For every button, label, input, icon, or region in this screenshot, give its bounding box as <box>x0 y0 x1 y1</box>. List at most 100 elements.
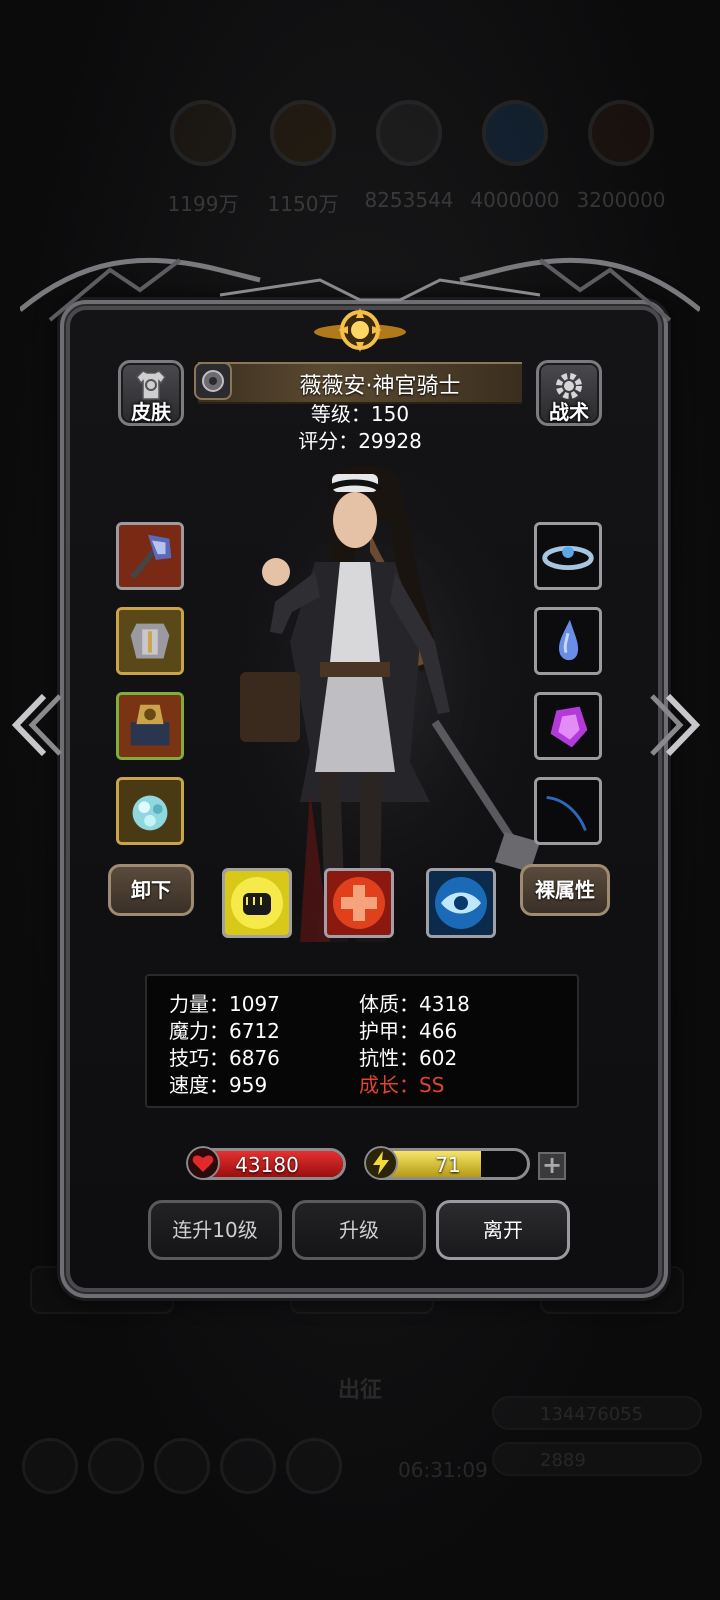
background-menu-icon <box>88 1438 144 1494</box>
stat-label: 魔力 <box>169 1019 209 1043</box>
heal-cross-skill-icon <box>327 871 391 935</box>
hero-class-badge-icon <box>194 362 232 400</box>
resource-icon <box>588 100 654 166</box>
score-value: 29928 <box>358 429 422 453</box>
stat-value: 6876 <box>229 1046 280 1070</box>
equip-slot-tiara[interactable] <box>534 522 602 590</box>
separator: ： <box>399 992 419 1016</box>
mace-weapon-icon <box>119 525 181 587</box>
equip-slot-empty[interactable] <box>534 777 602 845</box>
stat-strength: 力量：1097 <box>169 988 280 1017</box>
stat-growth: 成长：SS <box>359 1069 444 1098</box>
chest-armor-icon <box>119 610 181 672</box>
heart-icon <box>186 1146 220 1180</box>
stat-value: 602 <box>419 1046 458 1070</box>
level-up-button[interactable]: 升级 <box>292 1200 426 1260</box>
resource-value: 1150万 <box>267 192 339 216</box>
stats-panel: 力量：1097 魔力：6712 技巧：6876 速度：959 体质：4318 护… <box>145 974 579 1108</box>
separator: ： <box>209 1019 229 1043</box>
add-energy-button[interactable]: + <box>538 1152 566 1180</box>
level-label: 等级 <box>310 402 351 426</box>
stat-value: 1097 <box>229 992 280 1016</box>
stat-label: 力量 <box>169 992 209 1016</box>
blue-swirl-icon <box>537 780 599 842</box>
eye-skill-icon <box>429 871 493 935</box>
resource-value: 4000000 <box>470 188 560 212</box>
equip-slot-weapon[interactable] <box>116 522 184 590</box>
resource-icon <box>170 100 236 166</box>
equip-slot-gem-purple[interactable] <box>534 692 602 760</box>
background-gems: 2889 <box>492 1442 702 1476</box>
resource-1: 1199万 <box>158 100 248 217</box>
stat-value: SS <box>419 1073 445 1097</box>
background-menu-icon <box>22 1438 78 1494</box>
resource-icon <box>270 100 336 166</box>
purple-gem-icon <box>537 695 599 757</box>
resource-value: 1199万 <box>167 192 239 216</box>
stat-label: 体质 <box>359 992 399 1016</box>
stat-value: 4318 <box>419 992 470 1016</box>
level-up-10-button[interactable]: 连升10级 <box>148 1200 282 1260</box>
stat-skill: 技巧：6876 <box>169 1042 280 1071</box>
level-value: 150 <box>370 402 410 426</box>
separator: ： <box>209 992 229 1016</box>
background-menu-icon <box>220 1438 276 1494</box>
equip-slot-gem-water[interactable] <box>534 607 602 675</box>
separator: ： <box>209 1073 229 1097</box>
stat-magic: 魔力：6712 <box>169 1015 280 1044</box>
resource-value: 3200000 <box>576 188 666 212</box>
resource-5: 3200000 <box>576 100 666 212</box>
fist-skill-icon <box>225 871 289 935</box>
separator: ： <box>399 1073 419 1097</box>
stat-value: 466 <box>419 1019 458 1043</box>
resource-4: 4000000 <box>470 100 560 212</box>
hero-score: 评分：29928 <box>0 425 720 454</box>
next-hero-arrow-icon[interactable] <box>646 690 706 760</box>
tome-relic-icon <box>119 695 181 757</box>
hero-level: 等级：150 <box>0 398 720 427</box>
stat-value: 6712 <box>229 1019 280 1043</box>
equip-slot-relic[interactable] <box>116 692 184 760</box>
background-timer: 06:31:09 <box>398 1458 488 1482</box>
stat-label: 护甲 <box>359 1019 399 1043</box>
stat-label: 成长 <box>359 1073 399 1097</box>
equip-slot-ring[interactable] <box>116 777 184 845</box>
skill-slot-eye[interactable] <box>426 868 496 938</box>
lightning-icon <box>364 1146 398 1180</box>
background-menu-icon <box>286 1438 342 1494</box>
separator: ： <box>399 1046 419 1070</box>
stat-constitution: 体质：4318 <box>359 988 470 1017</box>
crystal-ring-icon <box>119 780 181 842</box>
resource-value: 8253544 <box>364 188 454 212</box>
stat-label: 抗性 <box>359 1046 399 1070</box>
resource-3: 8253544 <box>364 100 454 212</box>
background-resource-bar: 1199万 1150万 8253544 4000000 3200000 <box>0 100 720 220</box>
water-drop-gem-icon <box>537 610 599 672</box>
stat-label: 速度 <box>169 1073 209 1097</box>
background-gold: 134476055 <box>492 1396 702 1430</box>
hero-name: 薇薇安·神官骑士 <box>299 374 461 399</box>
stat-label: 技巧 <box>169 1046 209 1070</box>
skill-slot-heal[interactable] <box>324 868 394 938</box>
equip-slot-armor[interactable] <box>116 607 184 675</box>
sun-emblem-icon <box>314 308 406 352</box>
leave-button[interactable]: 离开 <box>436 1200 570 1260</box>
unequip-button[interactable]: 卸下 <box>108 864 194 916</box>
separator: ： <box>338 429 359 453</box>
resource-icon <box>376 100 442 166</box>
tiara-icon <box>537 525 599 587</box>
stat-armor: 护甲：466 <box>359 1015 457 1044</box>
separator: ： <box>209 1046 229 1070</box>
separator: ： <box>399 1019 419 1043</box>
stat-speed: 速度：959 <box>169 1069 267 1098</box>
background-bottom-area: 出征 06:31:09 134476055 2889 <box>0 1250 720 1600</box>
resource-2: 1150万 <box>258 100 348 217</box>
base-stats-button[interactable]: 裸属性 <box>520 864 610 916</box>
skill-slot-fist[interactable] <box>222 868 292 938</box>
stat-resistance: 抗性：602 <box>359 1042 457 1071</box>
resource-icon <box>482 100 548 166</box>
previous-hero-arrow-icon[interactable] <box>6 690 66 760</box>
stat-value: 959 <box>229 1073 268 1097</box>
score-label: 评分 <box>298 429 339 453</box>
background-menu-icon <box>154 1438 210 1494</box>
